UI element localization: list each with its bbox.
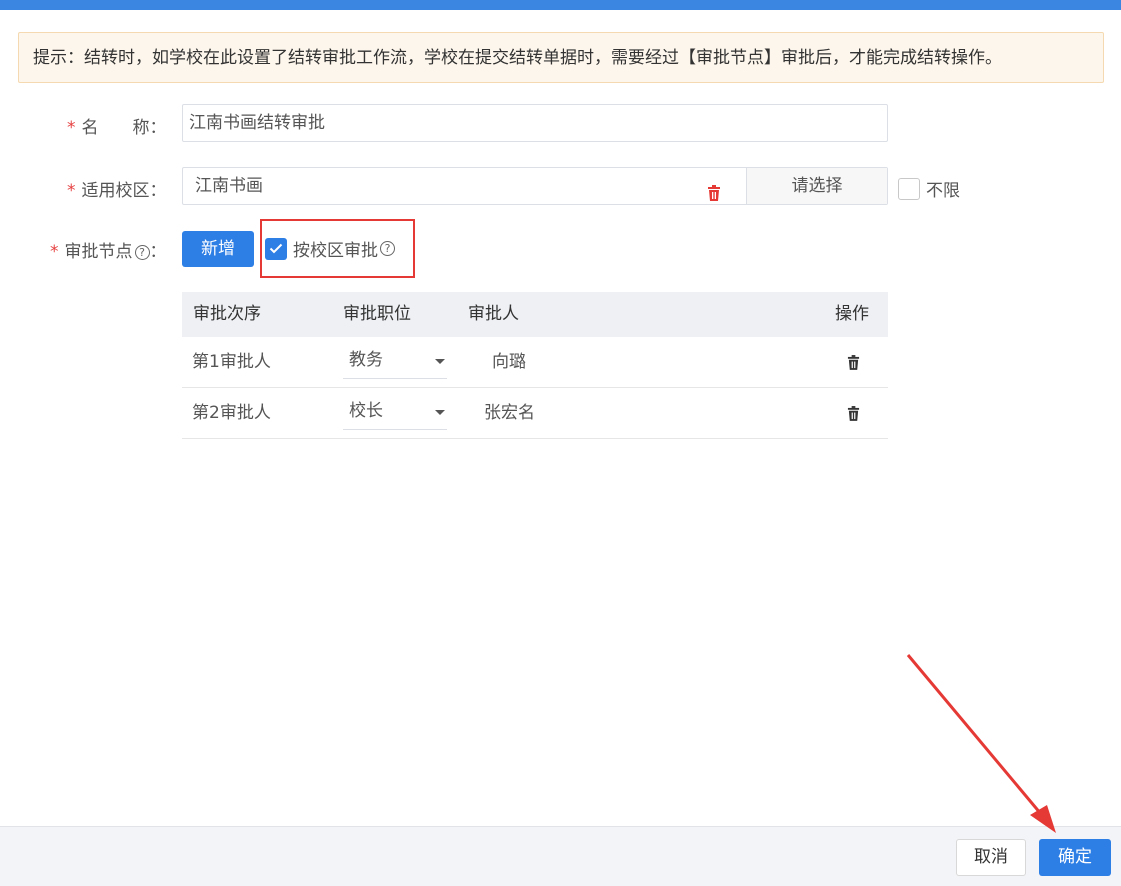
- caret-down-icon[interactable]: [435, 359, 445, 364]
- row-order: 第1审批人: [192, 352, 271, 372]
- help-icon[interactable]: ?: [134, 245, 150, 260]
- campus-label-text: 适用校区：: [81, 181, 167, 201]
- approval-table: 审批次序 审批职位 审批人 操作 第1审批人 教务 向璐 第2审批人 校长 张宏…: [182, 292, 888, 439]
- delete-campus-icon[interactable]: [707, 178, 721, 214]
- unlimited-label: 不限: [926, 181, 960, 201]
- delete-row-icon[interactable]: [847, 406, 860, 426]
- table-row: 第2审批人 校长 张宏名: [182, 388, 888, 439]
- help-icon[interactable]: ?: [380, 241, 395, 256]
- unlimited-checkbox[interactable]: 不限: [898, 176, 960, 201]
- node-label-suffix: ：: [149, 242, 167, 262]
- header-action: 操作: [835, 304, 869, 324]
- header-position: 审批职位: [343, 304, 411, 324]
- by-campus-checkbox[interactable]: 按校区审批 ?: [265, 236, 395, 261]
- required-mark: *: [67, 181, 76, 201]
- by-campus-label: 按校区审批: [293, 241, 378, 261]
- node-label-text: 审批节点: [64, 242, 133, 262]
- required-mark: *: [50, 242, 59, 262]
- confirm-button[interactable]: 确定: [1039, 839, 1111, 876]
- tip-banner: 提示：结转时，如学校在此设置了结转审批工作流，学校在提交结转单据时，需要经过【审…: [18, 32, 1104, 83]
- name-input[interactable]: 江南书画结转审批: [182, 104, 888, 142]
- table-row: 第1审批人 教务 向璐: [182, 337, 888, 388]
- caret-down-icon[interactable]: [435, 410, 445, 415]
- position-select[interactable]: 教务: [343, 345, 447, 379]
- campus-value: 江南书画: [195, 176, 263, 196]
- cancel-button[interactable]: 取消: [956, 839, 1026, 876]
- campus-field: 江南书画 请选择: [182, 167, 888, 205]
- campus-label: * 适用校区：: [67, 176, 167, 201]
- checkbox-checked-icon[interactable]: [265, 237, 287, 260]
- table-header: 审批次序 审批职位 审批人 操作: [182, 292, 888, 337]
- row-order: 第2审批人: [192, 403, 271, 423]
- position-select[interactable]: 校长: [343, 396, 447, 430]
- row-approver[interactable]: 张宏名: [484, 388, 535, 439]
- dialog-footer: [0, 826, 1121, 886]
- row-approver[interactable]: 向璐: [492, 337, 526, 388]
- dialog-top-bar: [0, 0, 1121, 10]
- header-approver: 审批人: [468, 304, 519, 324]
- name-label: * 名 称：: [67, 113, 167, 138]
- checkbox-box[interactable]: [898, 177, 920, 200]
- campus-select-button[interactable]: 请选择: [747, 168, 887, 204]
- node-label: * 审批节点?：: [50, 237, 167, 262]
- delete-row-icon[interactable]: [847, 355, 860, 375]
- header-order: 审批次序: [193, 304, 261, 324]
- add-node-button[interactable]: 新增: [182, 231, 254, 267]
- required-mark: *: [67, 118, 76, 138]
- name-label-text: 名 称：: [81, 118, 167, 138]
- campus-value-cell: 江南书画: [183, 168, 747, 204]
